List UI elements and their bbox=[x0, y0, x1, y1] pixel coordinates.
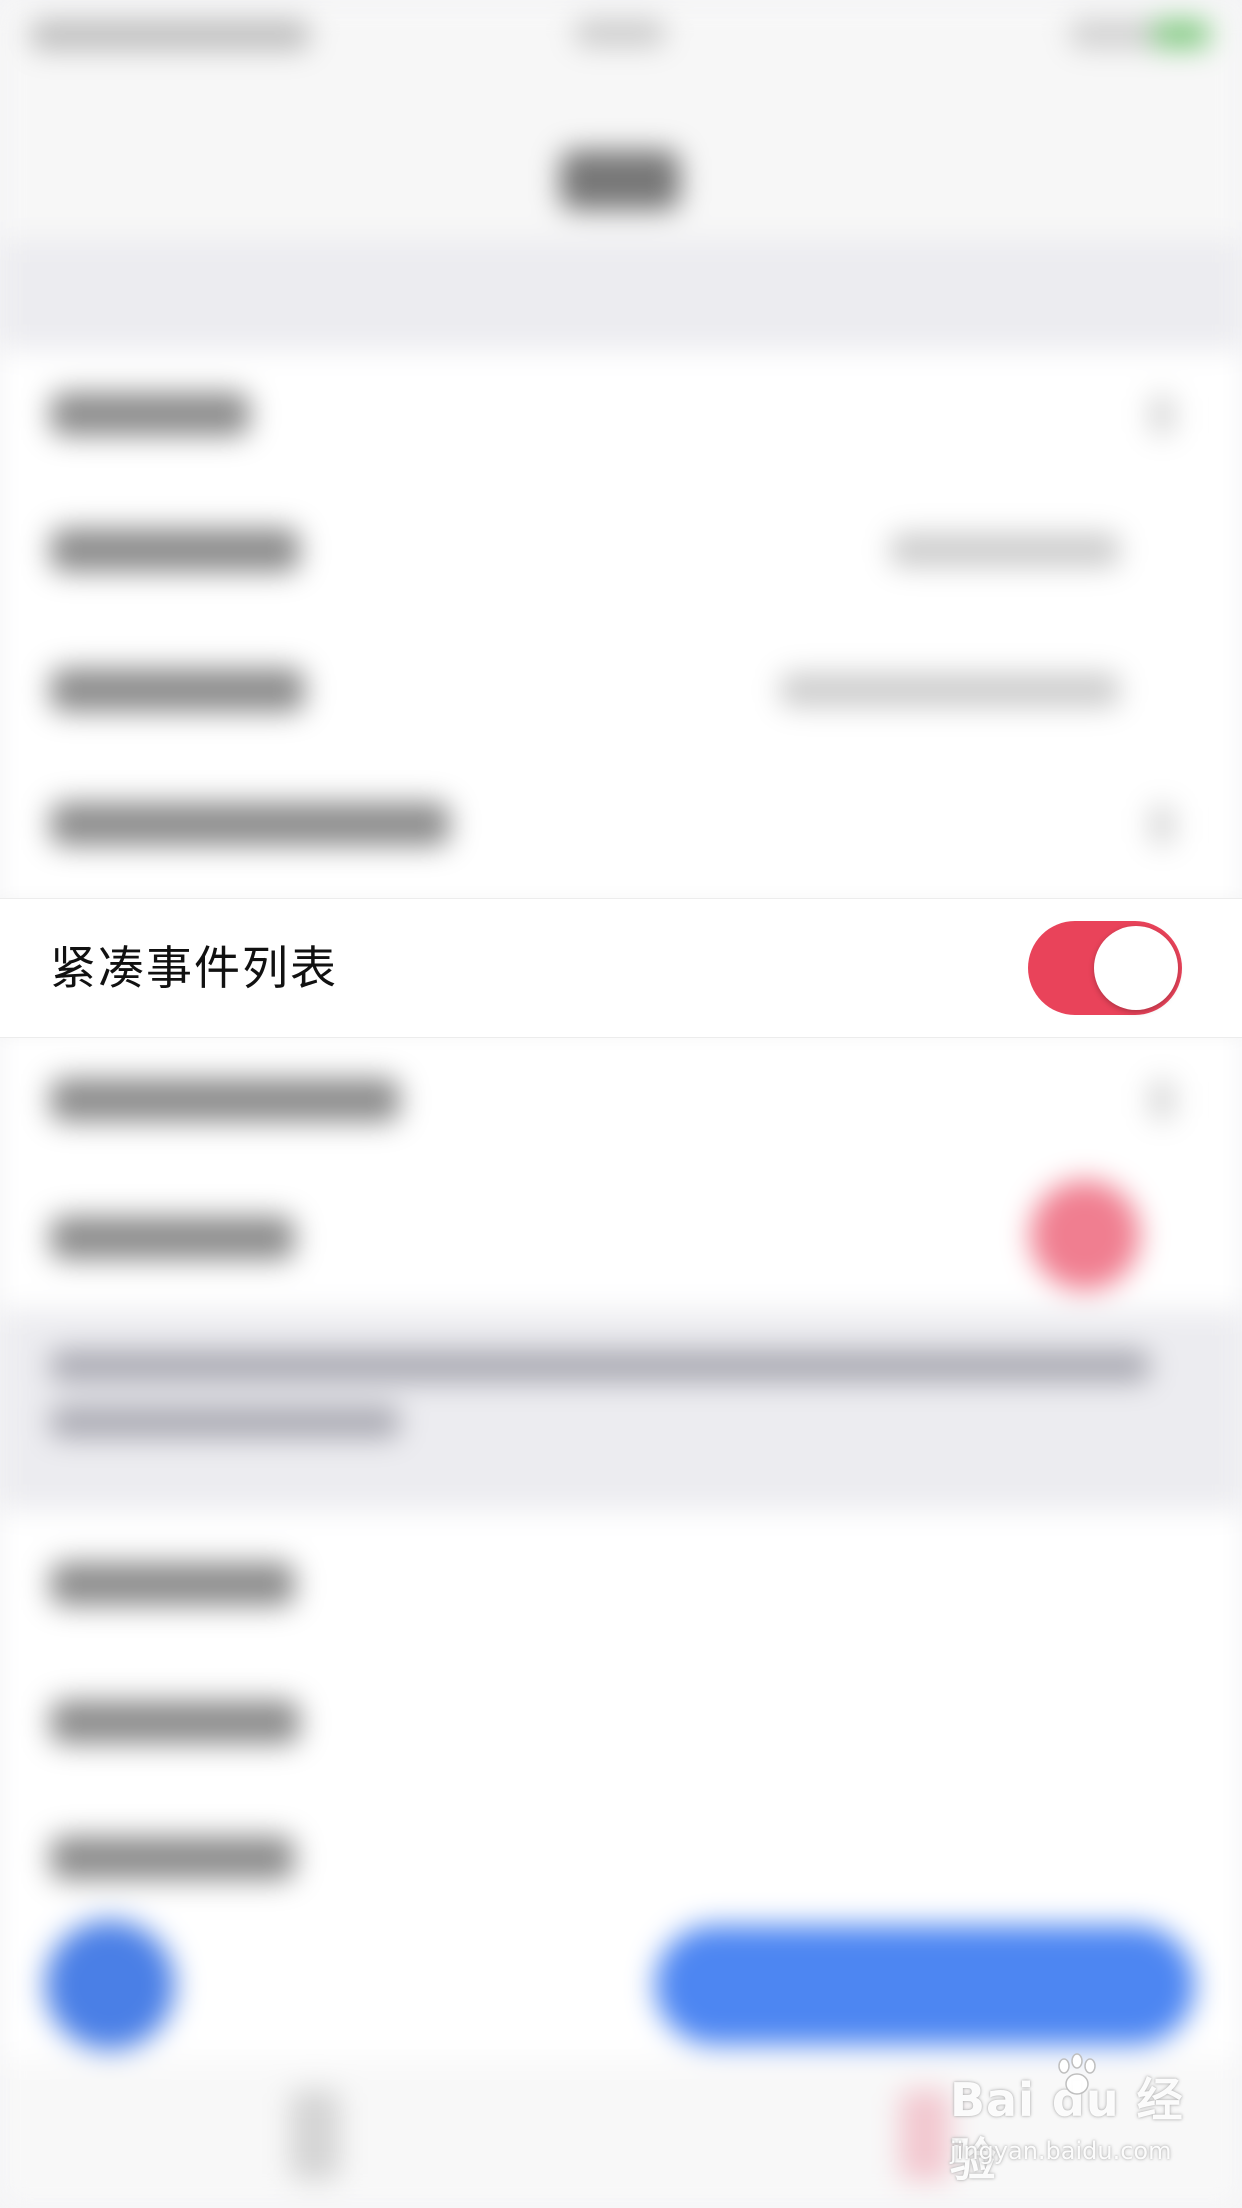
settings-row-10-label bbox=[50, 1836, 295, 1880]
status-bar bbox=[0, 0, 1242, 60]
toggle-knob bbox=[1094, 926, 1178, 1010]
settings-row-1-label bbox=[50, 392, 250, 436]
settings-row-2-value bbox=[890, 533, 1120, 567]
battery-icon bbox=[1070, 20, 1210, 48]
section-footer-note-line-2 bbox=[50, 1406, 400, 1438]
page-title bbox=[560, 150, 680, 210]
floating-circle-button bbox=[45, 1920, 175, 2050]
settings-row-2-label bbox=[50, 528, 300, 572]
settings-row-3-label bbox=[50, 668, 305, 712]
blurred-background bbox=[0, 0, 1242, 2208]
settings-row-4-label bbox=[50, 802, 450, 846]
watermark-url: jingyan.baidu.com bbox=[950, 2137, 1172, 2165]
bottom-toolbar-item bbox=[290, 2090, 340, 2180]
settings-row-3-value bbox=[780, 673, 1120, 707]
bottom-toolbar-item bbox=[900, 2090, 950, 2180]
chevron-right-icon bbox=[1150, 805, 1174, 845]
settings-row-9-label bbox=[50, 1700, 300, 1744]
chevron-right-icon bbox=[1150, 395, 1174, 435]
section-footer-note-line-1 bbox=[50, 1350, 1150, 1382]
floating-pill-button bbox=[655, 1925, 1195, 2045]
chevron-right-icon bbox=[1150, 1080, 1174, 1120]
settings-row-6-label bbox=[50, 1078, 400, 1122]
settings-row-8-label bbox=[50, 1562, 295, 1606]
settings-row-compact-event-list[interactable]: 紧凑事件列表 bbox=[0, 898, 1242, 1038]
section-gap bbox=[0, 240, 1242, 350]
toggle-on-icon bbox=[1030, 1180, 1140, 1290]
navigation-bar bbox=[0, 60, 1242, 240]
section-footer bbox=[0, 1310, 1242, 1510]
settings-screen: 紧凑事件列表 Bai du 经验 jingyan.baidu.com bbox=[0, 0, 1242, 2208]
paw-icon bbox=[1058, 2053, 1096, 2095]
status-carrier bbox=[30, 20, 310, 50]
status-time bbox=[575, 20, 665, 46]
settings-row-7-label bbox=[50, 1216, 295, 1260]
compact-event-list-label: 紧凑事件列表 bbox=[50, 941, 338, 995]
compact-event-list-toggle[interactable] bbox=[1028, 921, 1182, 1015]
baidu-jingyan-watermark: Bai du 经验 jingyan.baidu.com bbox=[950, 2053, 1200, 2190]
settings-group-1 bbox=[0, 350, 1242, 1310]
